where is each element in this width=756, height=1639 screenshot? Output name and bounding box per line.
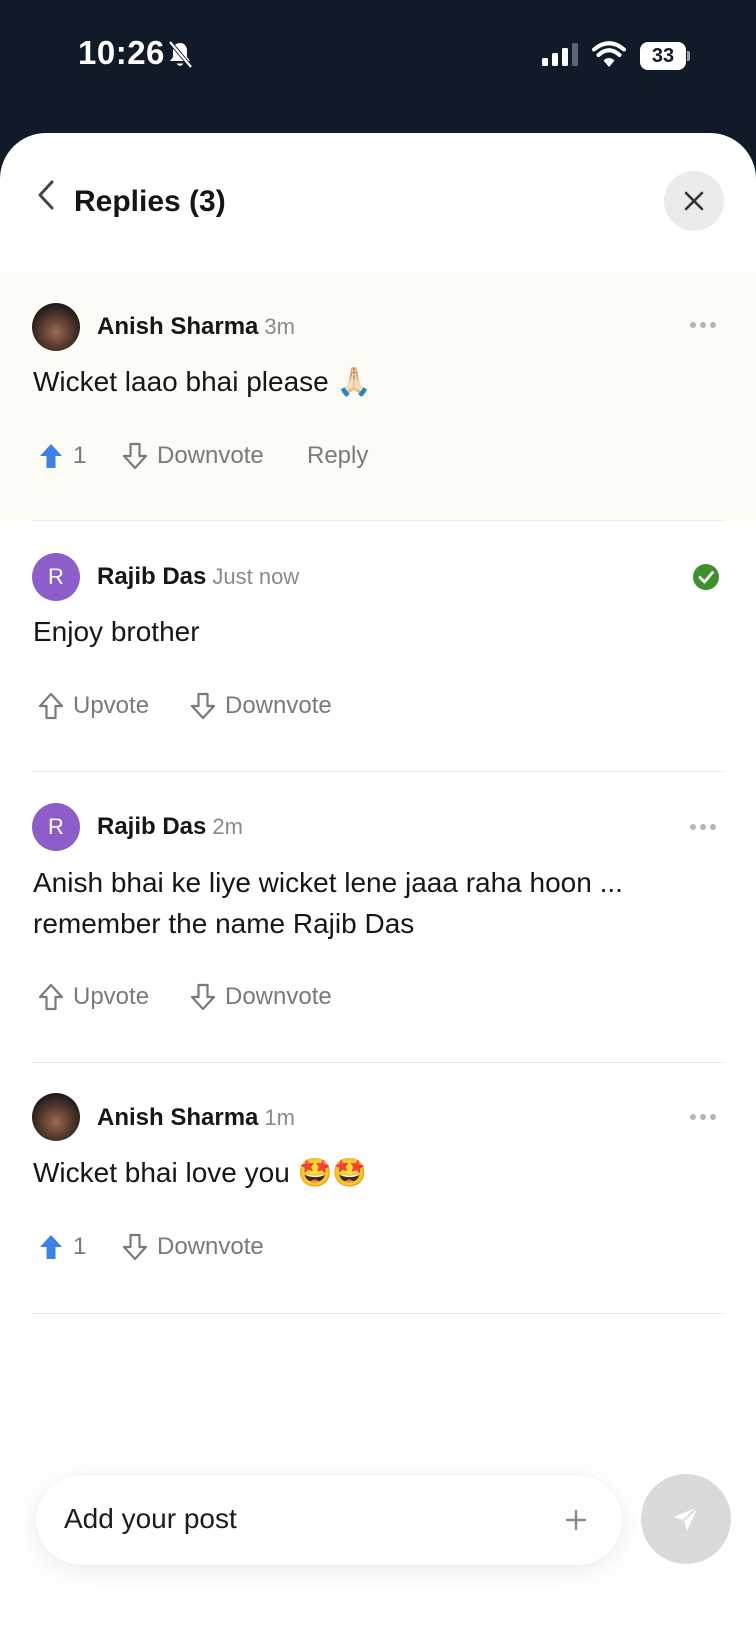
close-icon — [684, 191, 704, 211]
post-author-line: Rajib Das 2m — [97, 813, 243, 841]
downvote-button[interactable]: Downvote — [190, 979, 332, 1015]
downvote-button[interactable]: Downvote — [122, 1229, 264, 1265]
arrow-down-outline-icon — [190, 692, 216, 720]
reply-post: R Rajib Das Just now Enjoy brother Upvote — [0, 521, 756, 771]
post-author-line: Rajib Das Just now — [97, 563, 299, 591]
author-name[interactable]: Anish Sharma — [97, 1104, 258, 1131]
post-author-line: Anish Sharma 3m — [97, 313, 295, 341]
reply-label: Reply — [307, 442, 369, 469]
chevron-left-icon — [38, 180, 54, 210]
author-name[interactable]: Rajib Das — [97, 563, 206, 590]
more-options-icon[interactable] — [689, 317, 717, 335]
post-body: Anish bhai ke liye wicket lene jaaa raha… — [33, 867, 623, 939]
post-body: Wicket laao bhai please 🙏🏻 — [33, 366, 372, 397]
post-time: 2m — [212, 814, 243, 839]
post-time: 1m — [264, 1105, 295, 1130]
close-button[interactable] — [664, 171, 724, 231]
downvote-label: Downvote — [225, 692, 332, 719]
post-time: 3m — [264, 314, 295, 339]
author-name[interactable]: Rajib Das — [97, 813, 206, 840]
upvote-count: 1 — [73, 442, 87, 469]
reply-post: Anish Sharma 1m Wicket bhai love you 🤩🤩 1… — [0, 1063, 756, 1313]
battery-level: 33 — [640, 42, 686, 70]
avatar[interactable] — [32, 1093, 80, 1141]
downvote-label: Downvote — [225, 983, 332, 1010]
upvote-label: Upvote — [73, 983, 150, 1010]
arrow-up-outline-icon — [38, 692, 64, 720]
battery-indicator: 33 — [640, 42, 690, 70]
arrow-down-outline-icon — [190, 983, 216, 1011]
arrow-up-filled-icon — [40, 1235, 62, 1259]
arrow-down-outline-icon — [122, 442, 148, 470]
divider — [32, 1313, 724, 1314]
battery-tip — [687, 51, 690, 61]
post-body: Wicket bhai love you 🤩🤩 — [33, 1157, 368, 1188]
post-body: Enjoy brother — [33, 616, 200, 647]
downvote-label: Downvote — [157, 442, 264, 469]
downvote-button[interactable]: Downvote — [122, 438, 264, 474]
sheet-header: Replies (3) — [0, 133, 756, 263]
wifi-icon — [592, 40, 626, 73]
post-time: Just now — [212, 564, 300, 589]
plus-icon — [565, 1509, 587, 1531]
add-attachment-button[interactable] — [556, 1500, 596, 1540]
more-options-icon[interactable] — [689, 1109, 717, 1127]
post-author-line: Anish Sharma 1m — [97, 1104, 295, 1132]
avatar[interactable] — [32, 303, 80, 351]
more-options-icon[interactable] — [689, 819, 717, 837]
silent-bell-icon — [167, 40, 193, 75]
downvote-button[interactable]: Downvote — [190, 688, 332, 724]
avatar[interactable]: R — [32, 553, 80, 601]
status-bar: 10:26 33 — [0, 0, 756, 120]
upvote-button[interactable]: Upvote — [38, 979, 149, 1015]
upvote-button[interactable]: 1 — [38, 1229, 86, 1265]
reply-button[interactable]: Reply — [307, 438, 368, 474]
reply-post: R Rajib Das 2m Anish bhai ke liye wicket … — [0, 772, 756, 1062]
post-composer[interactable]: Add your post — [36, 1475, 622, 1565]
downvote-label: Downvote — [157, 1233, 264, 1260]
reply-post: Anish Sharma 3m Wicket laao bhai please 🙏… — [0, 273, 756, 521]
status-time: 10:26 — [78, 34, 165, 71]
arrow-up-filled-icon — [40, 444, 62, 468]
replies-sheet: Replies (3) Anish Sharma 3m Wicket laao b… — [0, 133, 756, 1639]
upvote-button[interactable]: Upvote — [38, 688, 149, 724]
upvote-count: 1 — [73, 1233, 87, 1260]
upvote-label: Upvote — [73, 692, 150, 719]
composer-input[interactable]: Add your post — [64, 1503, 237, 1535]
send-button[interactable] — [641, 1474, 731, 1564]
cellular-signal-icon — [542, 43, 580, 72]
back-button[interactable] — [26, 173, 66, 217]
send-icon — [674, 1506, 699, 1531]
arrow-up-outline-icon — [38, 983, 64, 1011]
check-circle-icon — [692, 563, 720, 596]
upvote-button[interactable]: 1 — [38, 438, 86, 474]
page-title: Replies (3) — [74, 185, 226, 218]
arrow-down-outline-icon — [122, 1233, 148, 1261]
author-name[interactable]: Anish Sharma — [97, 313, 258, 340]
avatar[interactable]: R — [32, 803, 80, 851]
